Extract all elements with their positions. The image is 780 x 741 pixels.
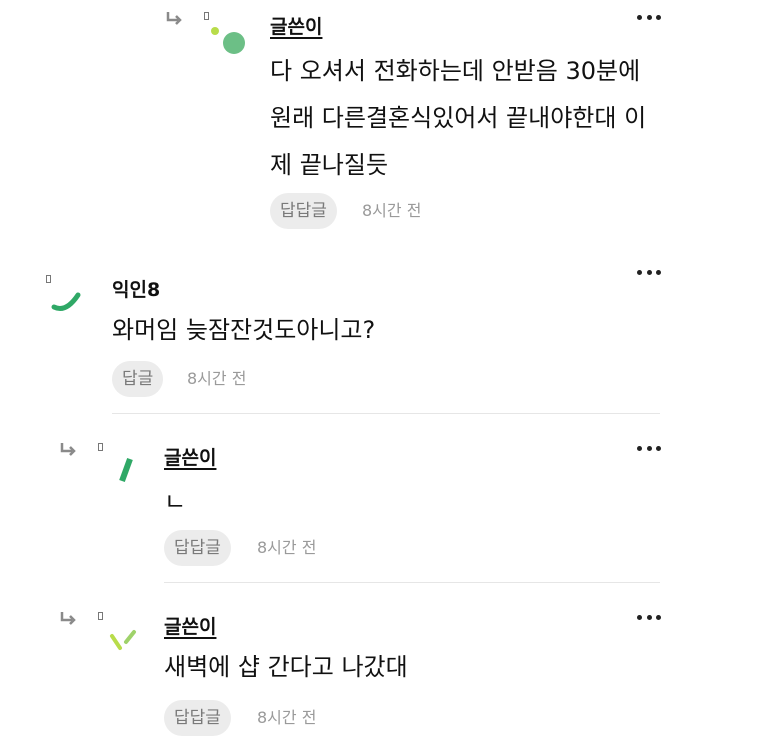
reply-button[interactable]: 답답글	[164, 530, 231, 566]
comment-reply-3: 글쓴이 ㄴ 답답글 8시간 전	[0, 415, 780, 583]
more-options-icon[interactable]	[637, 441, 661, 455]
avatar[interactable]	[112, 453, 142, 487]
timestamp: 8시간 전	[362, 201, 422, 220]
avatar-placeholder-icon	[98, 443, 103, 451]
reply-button[interactable]: 답글	[112, 361, 164, 397]
comment-text-line: 다 오셔서 전화하는데 안받음 30분에	[270, 57, 641, 85]
comment-text-line: 새벽에 샵 간다고 나갔대	[164, 653, 408, 681]
comment-author[interactable]: 글쓴이	[270, 12, 322, 39]
reply-arrow-icon	[60, 612, 76, 625]
divider	[112, 413, 660, 414]
comment-text-line: 와머임 늦잠잔것도아니고?	[112, 316, 376, 344]
reply-button[interactable]: 답답글	[270, 193, 337, 229]
avatar-placeholder-icon	[46, 275, 51, 283]
comment-reply-1: 글쓴이 다 오셔서 전화하는데 안받음 30분에 원래 다른결혼식있어서 끝내야…	[0, 0, 780, 235]
comment-reply-4: 글쓴이 새벽에 샵 간다고 나갔대 답답글 8시간 전	[0, 584, 780, 741]
reply-button[interactable]: 답답글	[164, 700, 231, 736]
more-options-icon[interactable]	[637, 610, 661, 624]
more-options-icon[interactable]	[637, 265, 661, 279]
comment-author[interactable]: 익인8	[112, 275, 160, 302]
comment-text-line: 제 끝나질듯	[270, 151, 389, 179]
avatar[interactable]	[48, 285, 88, 319]
reply-arrow-icon	[166, 12, 182, 25]
timestamp: 8시간 전	[257, 708, 317, 727]
avatar-placeholder-icon	[98, 612, 103, 620]
divider	[164, 582, 660, 583]
avatar-placeholder-icon	[204, 12, 209, 20]
comment-2: 익인8 와머임 늦잠잔것도아니고? 답글 8시간 전	[0, 255, 780, 415]
more-options-icon[interactable]	[637, 10, 661, 24]
comment-text-line: 원래 다른결혼식있어서 끝내야한대 이	[270, 104, 647, 132]
comment-text-line: ㄴ	[164, 488, 187, 516]
comment-author[interactable]: 글쓴이	[164, 443, 216, 470]
avatar[interactable]	[208, 22, 248, 58]
comment-author[interactable]: 글쓴이	[164, 612, 216, 639]
reply-arrow-icon	[60, 443, 76, 456]
timestamp: 8시간 전	[187, 369, 247, 388]
timestamp: 8시간 전	[257, 538, 317, 557]
avatar[interactable]	[104, 622, 144, 658]
